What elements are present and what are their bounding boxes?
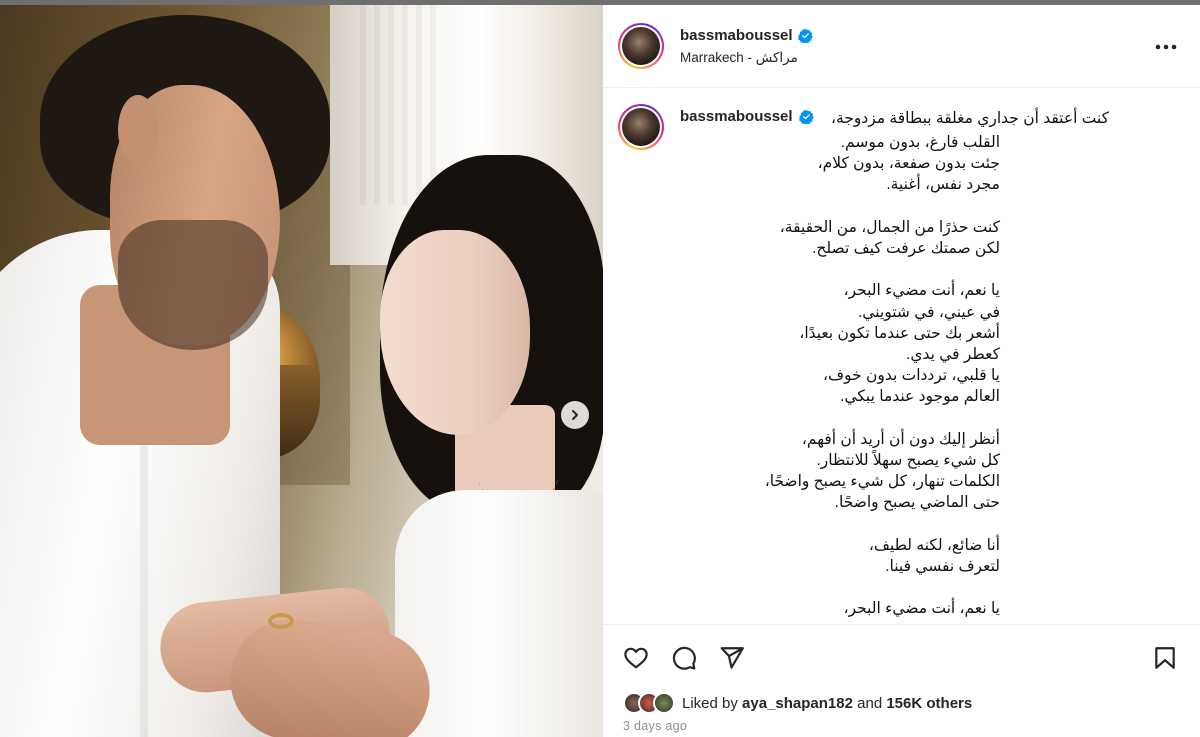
- caption-text: القلب فارغ، بدون موسم. جئت بدون صفعة، بدو…: [680, 132, 1000, 619]
- caption-line: العالم موجود عندما يبكي.: [840, 388, 1000, 406]
- comment-button[interactable]: [669, 643, 699, 673]
- caption-line: جئت بدون صفعة، بدون كلام،: [817, 155, 1000, 173]
- save-button[interactable]: [1150, 643, 1180, 673]
- man-ear: [118, 95, 158, 165]
- post-timestamp[interactable]: 3 days ago: [623, 719, 687, 733]
- heart-icon: [624, 647, 648, 669]
- share-button[interactable]: [717, 643, 747, 673]
- caption-line: أنظر إليك دون أن أريد أن أفهم،: [801, 430, 1000, 448]
- caption-line: الكلمات تنهار، كل شيء يصبح واضحًا،: [764, 473, 1000, 490]
- avatar[interactable]: [618, 104, 664, 150]
- username-link[interactable]: bassmaboussel: [680, 27, 793, 44]
- verified-badge-icon: [798, 109, 814, 124]
- caption-line: لتعرف نفسي فينا.: [885, 557, 1000, 575]
- caption-line: كل شيء يصبح سهلاً للانتظار.: [816, 451, 1000, 469]
- caption-line: يا قلبي، ترددات بدون خوف،: [823, 367, 1000, 385]
- caption-line: يا نعم، أنت مضيء البحر،: [843, 282, 1000, 300]
- caption-line: مجرد نفس، أغنية.: [886, 176, 1000, 194]
- bookmark-icon: [1155, 647, 1175, 669]
- caption-line: يا نعم، أنت مضيء البحر،: [843, 600, 1000, 618]
- liked-by-user-link[interactable]: aya_shapan182: [742, 695, 853, 712]
- comment-bubble-icon: [672, 646, 696, 670]
- verified-badge-icon: [797, 28, 813, 43]
- chevron-right-icon: [572, 410, 578, 420]
- likes-summary: Liked by aya_shapan182 and 156K others: [623, 689, 972, 717]
- liked-by-prefix: Liked by: [682, 694, 738, 712]
- likes-count-link[interactable]: 156K others: [886, 695, 972, 712]
- caption-line: القلب فارغ، بدون موسم.: [840, 134, 1000, 151]
- action-bar: [603, 637, 1200, 677]
- more-options-icon: [1155, 44, 1177, 50]
- post-panel: bassmaboussel Marrakech - مراكش bassmabo…: [603, 5, 1200, 737]
- curtain-folds: [360, 5, 440, 205]
- next-image-button[interactable]: [561, 401, 589, 429]
- username-link[interactable]: bassmaboussel: [680, 108, 793, 125]
- caption-line: كنت حذرًا من الجمال، من الحقيقة،: [779, 218, 1000, 236]
- man-beard: [118, 220, 268, 350]
- paper-plane-icon: [720, 647, 744, 669]
- caption-line: كعطر في يدي.: [906, 345, 1000, 363]
- post-header: bassmaboussel Marrakech - مراكش: [603, 5, 1200, 88]
- post-username: bassmaboussel: [680, 27, 813, 44]
- avatar: [653, 692, 675, 714]
- post-location[interactable]: Marrakech - مراكش: [680, 50, 798, 66]
- caption-area[interactable]: bassmaboussel كنت أعتقد أن جداري مغلقة ب…: [603, 89, 1200, 625]
- caption-line: لكن صمتك عرفت كيف تصلح.: [812, 239, 1000, 257]
- avatar[interactable]: [618, 23, 664, 69]
- post-image[interactable]: [0, 5, 603, 737]
- more-options-button[interactable]: [1154, 35, 1178, 59]
- like-button[interactable]: [621, 643, 651, 673]
- caption-line: أنا ضائع، لكنه لطيف،: [868, 536, 1000, 554]
- caption-line: في عيني، في شتويني.: [858, 303, 1000, 321]
- ring: [268, 613, 294, 629]
- liked-by-avatars[interactable]: [623, 692, 675, 714]
- liked-by-and: and: [857, 694, 883, 712]
- caption-line: أشعر بك حتى عندما تكون بعيدًا،: [799, 324, 1000, 342]
- caption-line: حتى الماضي يصبح واضحًا.: [834, 494, 1000, 512]
- caption-first-line: كنت أعتقد أن جداري مغلقة ببطاقة مزدوجة،: [830, 110, 1109, 127]
